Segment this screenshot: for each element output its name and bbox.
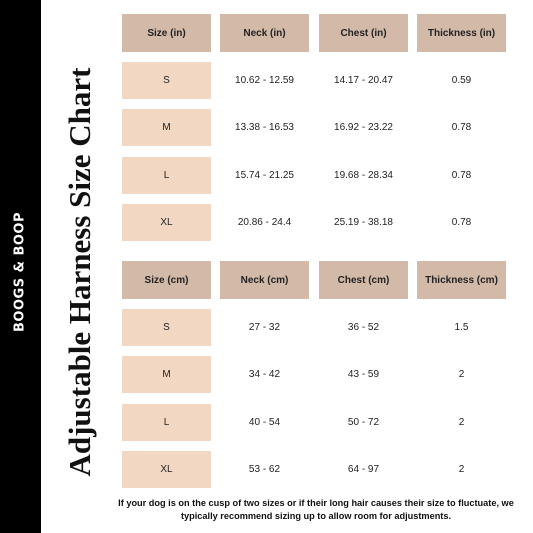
inches-cell-chest: 16.92 - 23.22 xyxy=(334,122,393,133)
cm-cell-neck: 34 - 42 xyxy=(248,369,281,380)
brand-sidebar: BOOGS & BOOP xyxy=(0,0,41,533)
inches-header-neck: Neck (in) xyxy=(220,14,309,52)
cm-cell-thickness: 1.5 xyxy=(454,322,469,333)
inches-header-chest: Chest (in) xyxy=(319,14,408,52)
inches-cell-thickness: 0.78 xyxy=(451,170,472,181)
cm-cell-neck: 53 - 62 xyxy=(248,464,281,475)
cm-cell-size: S xyxy=(122,309,211,346)
cm-cell-thickness: 2 xyxy=(458,417,465,428)
inches-cell-size: M xyxy=(122,109,211,146)
inches-cell-thickness: 0.59 xyxy=(451,75,472,86)
inches-cell-neck: 20.86 - 24.4 xyxy=(237,217,292,228)
cm-header-size: Size (cm) xyxy=(122,261,211,299)
cm-cell-thickness: 2 xyxy=(458,464,465,475)
cm-header-neck: Neck (cm) xyxy=(220,261,309,299)
page-title: Adjustable Harness Size Chart xyxy=(62,67,97,477)
inches-cell-neck: 13.38 - 16.53 xyxy=(235,122,294,133)
cm-header-chest: Chest (cm) xyxy=(319,261,408,299)
cm-cell-size: M xyxy=(122,356,211,393)
cm-cell-chest: 36 - 52 xyxy=(347,322,380,333)
inches-header-thickness: Thickness (in) xyxy=(417,14,506,52)
inches-cell-size: XL xyxy=(122,204,211,241)
cm-cell-size: XL xyxy=(122,451,211,488)
cm-cell-thickness: 2 xyxy=(458,369,465,380)
inches-cell-chest: 19.68 - 28.34 xyxy=(334,170,393,181)
inches-cell-thickness: 0.78 xyxy=(451,122,472,133)
inches-header-size: Size (in) xyxy=(122,14,211,52)
sizing-note: If your dog is on the cusp of two sizes … xyxy=(118,498,514,521)
inches-cell-chest: 14.17 - 20.47 xyxy=(334,75,393,86)
inches-cell-size: S xyxy=(122,62,211,99)
inches-cell-chest: 25.19 - 38.18 xyxy=(334,217,393,228)
cm-cell-chest: 64 - 97 xyxy=(347,464,380,475)
cm-cell-neck: 27 - 32 xyxy=(248,322,281,333)
inches-cell-thickness: 0.78 xyxy=(451,217,472,228)
inches-cell-size: L xyxy=(122,157,211,194)
cm-cell-size: L xyxy=(122,404,211,441)
inches-cell-neck: 15.74 - 21.25 xyxy=(235,170,294,181)
brand-logo: BOOGS & BOOP xyxy=(12,212,28,332)
cm-header-thickness: Thickness (cm) xyxy=(417,261,506,299)
inches-cell-neck: 10.62 - 12.59 xyxy=(235,75,294,86)
cm-cell-neck: 40 - 54 xyxy=(248,417,281,428)
cm-cell-chest: 50 - 72 xyxy=(347,417,380,428)
cm-cell-chest: 43 - 59 xyxy=(347,369,380,380)
